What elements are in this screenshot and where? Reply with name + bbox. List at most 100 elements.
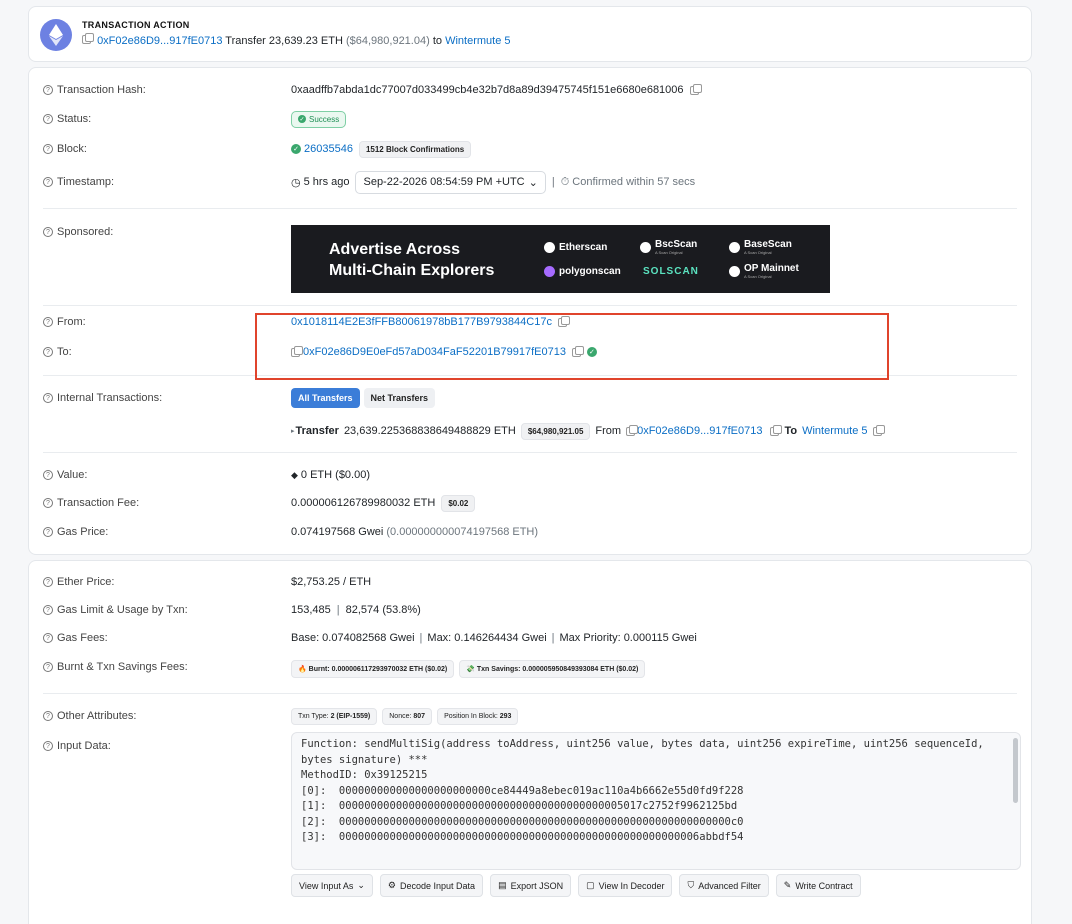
transaction-action-line: 0xF02e86D9...917fE0713 Transfer 23,639.2… (82, 33, 511, 47)
copy-icon[interactable] (689, 83, 702, 95)
separator: | (551, 632, 555, 644)
divider (43, 208, 1017, 209)
file-icon: ▤ (498, 880, 507, 890)
timestamp-label: Timestamp: (57, 176, 115, 188)
value-row: ? Value: ◆ 0 ETH ($0.00) (43, 465, 1017, 485)
tab-net-transfers[interactable]: Net Transfers (363, 388, 436, 408)
sponsored-label: Sponsored: (57, 226, 114, 238)
input-line: MethodID: 0x39125215 (301, 769, 428, 781)
ad-brand-opmainnet: OP Mainnet A Scan Original (729, 263, 799, 279)
eth-diamond-icon: ◆ (291, 469, 298, 480)
chevron-down-icon: ⌄ (357, 880, 365, 890)
internal-from-link[interactable]: 0xF02e86D9...917fE0713 (637, 425, 762, 437)
status-label: Status: (57, 113, 92, 125)
help-icon: ? (43, 741, 53, 751)
gas-limit-row: ? Gas Limit & Usage by Txn: 153,485 | 82,57… (43, 600, 1017, 620)
input-line: [2]: 00000000000000000000000000000000000… (301, 815, 744, 828)
help-icon: ? (43, 393, 53, 403)
gas-fees-label: Gas Fees: (57, 632, 108, 644)
from-label: From: (57, 316, 86, 328)
input-data-textarea[interactable]: Function: sendMultiSig(address toAddress… (291, 732, 1021, 870)
clock-icon: ◷ (291, 176, 301, 189)
caret-right-icon: ▸ (291, 428, 295, 435)
gas-price-eth: (0.000000000074197568 ETH) (386, 526, 539, 538)
block-confirmations: 1512 Block Confirmations (358, 140, 472, 158)
help-icon: ? (43, 470, 53, 480)
internal-amount: 23,639.225368838649488829 ETH (343, 425, 516, 437)
savings-badge: 💸 Txn Savings: 0.000005950849393084 ETH … (459, 660, 646, 678)
view-in-decoder-button[interactable]: ▢ View In Decoder (578, 874, 673, 897)
write-contract-button[interactable]: ✎ Write Contract (775, 874, 861, 897)
export-json-button[interactable]: ▤ Export JSON (490, 874, 572, 897)
gas-fees-row: ? Gas Fees: Base: 0.074082568 Gwei | Max: 0… (43, 628, 1017, 648)
internal-tx-row: ? Internal Transactions: All Transfers Net… (43, 388, 1017, 408)
decode-icon: ⚙ (387, 880, 396, 890)
filter-icon: ⛉ (687, 880, 695, 890)
timestamp-row: ? Timestamp: ◷ 5 hrs ago Sep-22-2026 08:54… (43, 170, 1017, 194)
separator: | (419, 632, 423, 644)
advanced-filter-button[interactable]: ⛉ Advanced Filter (679, 874, 769, 897)
txn-type-badge: Txn Type: 2 (EIP-1559) (291, 707, 378, 725)
help-icon: ? (43, 662, 53, 672)
action-recipient-link[interactable]: Wintermute 5 (445, 35, 510, 47)
block-number-link[interactable]: 26035546 (304, 143, 353, 155)
ethereum-icon (40, 19, 72, 51)
document-icon (82, 33, 94, 44)
gas-fees-max: Max: 0.146264434 Gwei (427, 632, 547, 644)
check-circle-icon: ✓ (291, 144, 301, 154)
timestamp-confirmed: Confirmed within 57 secs (572, 176, 696, 188)
gas-price-gwei: 0.074197568 Gwei (291, 526, 384, 538)
input-line: [3]: 00000000000000000000000000000000000… (301, 831, 744, 843)
tx-fee-label: Transaction Fee: (57, 497, 140, 509)
document-icon: ▢ (586, 880, 595, 890)
sponsored-banner[interactable]: Advertise Across Multi-Chain Explorers Et… (291, 225, 830, 293)
input-toolbar: View Input As ⌄ ⚙ Decode Input Data ▤ Expor… (291, 874, 861, 897)
ad-headline-2: Multi-Chain Explorers (329, 262, 495, 279)
internal-to-link[interactable]: Wintermute 5 (802, 425, 867, 437)
copy-icon[interactable] (872, 424, 885, 436)
help-icon: ? (43, 144, 53, 154)
input-line: bytes signature) *** (301, 753, 428, 766)
internal-transfer-word: Transfer (295, 425, 339, 437)
action-transfer-word: Transfer (225, 35, 266, 47)
divider (43, 693, 1017, 694)
timestamp-ago: 5 hrs ago (303, 176, 350, 188)
gas-usage-value: 82,574 (53.8%) (345, 604, 421, 616)
action-contract-link[interactable]: 0xF02e86D9...917fE0713 (97, 35, 222, 47)
status-row: ? Status: ✓ Success (43, 109, 1017, 129)
internal-from-word: From (595, 425, 622, 437)
decode-input-button[interactable]: ⚙ Decode Input Data (379, 874, 484, 897)
tx-hash-row: ? Transaction Hash: 0xaadffb7abda1dc77007… (43, 80, 1017, 100)
etherscan-logo-icon (544, 242, 555, 253)
tx-fee-usd-badge: $0.02 (441, 494, 476, 512)
document-icon (626, 424, 639, 436)
tx-hash-value: 0xaadffb7abda1dc77007d033499cb4e32b7d8a8… (291, 84, 684, 96)
status-badge: ✓ Success (291, 110, 347, 128)
tab-all-transfers[interactable]: All Transfers (291, 388, 360, 408)
help-icon: ? (43, 317, 53, 327)
ether-price-value: $2,753.25 / ETH (291, 576, 372, 588)
polygon-logo-icon (544, 266, 555, 277)
value-amount: 0 ETH ($0.00) (300, 469, 371, 481)
copy-icon[interactable] (770, 424, 783, 436)
other-attrs-row: ? Other Attributes: Txn Type: 2 (EIP-1559… (43, 706, 1017, 726)
internal-tx-label: Internal Transactions: (57, 392, 163, 404)
help-icon: ? (43, 527, 53, 537)
overview-card: ? Transaction Hash: 0xaadffb7abda1dc77007… (28, 67, 1032, 555)
help-icon: ? (43, 347, 53, 357)
block-label: Block: (57, 143, 87, 155)
action-amount: 23,639.23 ETH (268, 35, 343, 47)
action-usd: ($64,980,921.04) (345, 35, 430, 47)
gas-fees-max-priority: Max Priority: 0.000115 Gwei (559, 632, 697, 644)
help-icon: ? (43, 577, 53, 587)
timestamp-select[interactable]: Sep-22-2026 08:54:59 PM +UTC ⌄ (355, 170, 546, 194)
basescan-logo-icon (729, 241, 740, 253)
more-details-card: ? Ether Price: $2,753.25 / ETH ? Gas Limit… (28, 560, 1032, 924)
input-line: [1]: 00000000000000000000000000000000000… (301, 800, 738, 812)
chevron-down-icon: ⌄ (528, 176, 538, 189)
view-input-as-button[interactable]: View Input As ⌄ (291, 874, 373, 897)
tx-hash-label: Transaction Hash: (57, 84, 146, 96)
scrollbar[interactable] (1013, 738, 1018, 803)
help-icon: ? (43, 114, 53, 124)
internal-transfer-line: ▸ Transfer 23,639.225368838649488829 ETH… (43, 421, 1017, 441)
